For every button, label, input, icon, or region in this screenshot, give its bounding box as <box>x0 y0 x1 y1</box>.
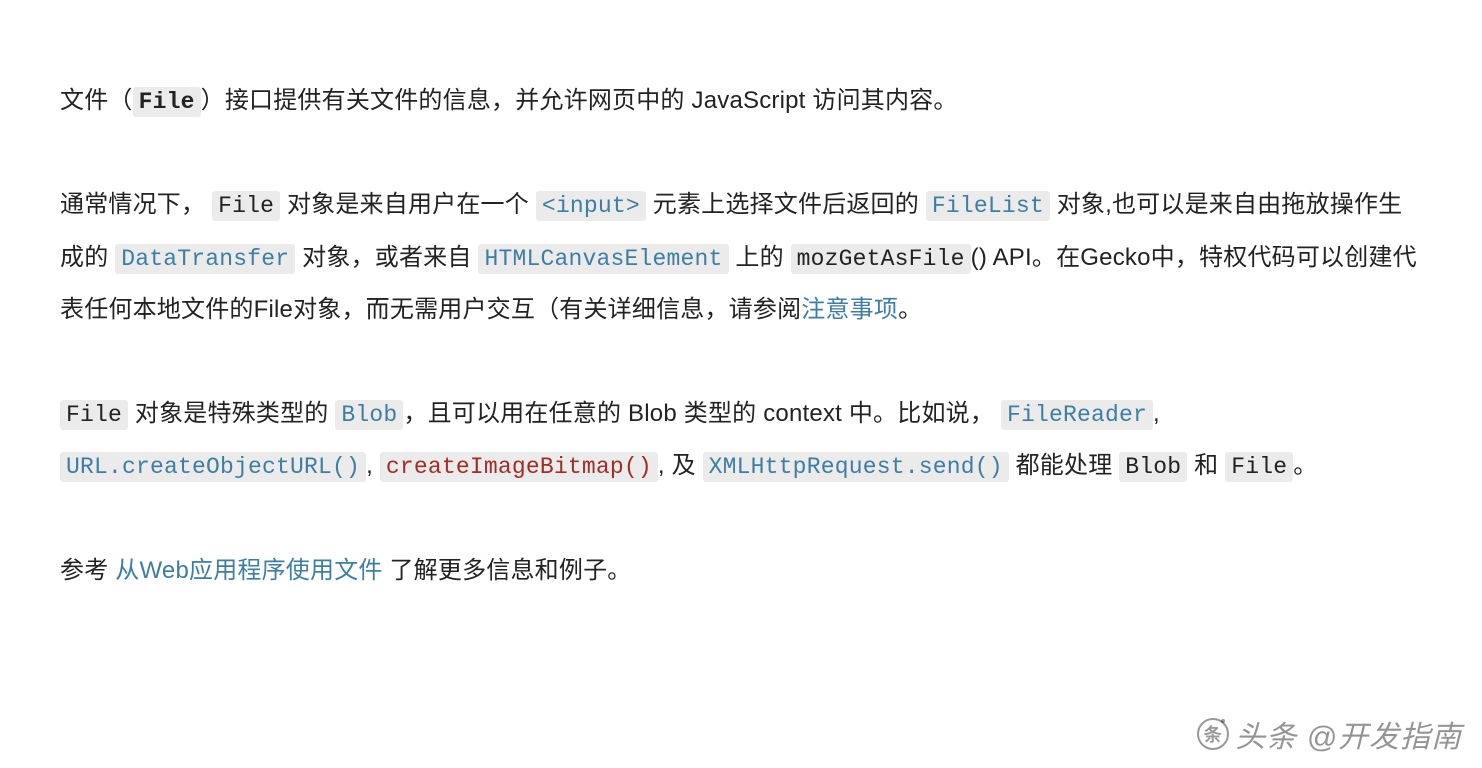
text-span: 。 <box>1293 452 1317 479</box>
code-datatransfer[interactable]: DataTransfer <box>115 244 295 274</box>
watermark-text: 头条 @开发指南 <box>1235 712 1462 756</box>
text-span: 文件（ <box>60 87 133 114</box>
link-using-files-from-webapps[interactable]: 从Web应用程序使用文件 <box>115 557 382 584</box>
code-createimagebitmap[interactable]: createImageBitmap() <box>380 452 658 482</box>
text-span: 元素上选择文件后返回的 <box>646 191 926 218</box>
text-span: 了解更多信息和例子。 <box>383 557 632 584</box>
link-notes[interactable]: 注意事项 <box>801 296 898 323</box>
text-span: 参考 <box>60 557 115 584</box>
code-file: File <box>60 400 128 430</box>
text-span: , <box>1153 400 1160 427</box>
watermark-logo-icon: 条 <box>1197 718 1229 750</box>
text-span: 通常情况下， <box>60 191 212 218</box>
paragraph-2: 通常情况下， File 对象是来自用户在一个 <input> 元素上选择文件后返… <box>60 179 1422 335</box>
code-xhr-send[interactable]: XMLHttpRequest.send() <box>703 452 1009 482</box>
text-span: ）接口提供有关文件的信息，并允许网页中的 JavaScript 访问其内容。 <box>201 87 958 114</box>
text-span: 和 <box>1187 452 1225 479</box>
text-span: 上的 <box>729 244 791 271</box>
paragraph-3: File 对象是特殊类型的 Blob，且可以用在任意的 Blob 类型的 con… <box>60 388 1422 493</box>
text-span: 对象，或者来自 <box>295 244 478 271</box>
code-filereader[interactable]: FileReader <box>1001 400 1153 430</box>
code-blob[interactable]: Blob <box>335 400 403 430</box>
watermark: 条 头条 @开发指南 <box>1197 712 1462 756</box>
text-span: , <box>366 452 380 479</box>
code-mozgetasfile: mozGetAsFile <box>791 244 971 274</box>
text-span: 都能处理 <box>1009 452 1120 479</box>
paragraph-4: 参考 从Web应用程序使用文件 了解更多信息和例子。 <box>60 545 1422 597</box>
text-span: 。 <box>898 296 922 323</box>
text-span: ，且可以用在任意的 Blob 类型的 context 中。比如说， <box>403 400 1001 427</box>
code-file: File <box>133 87 201 117</box>
code-filelist[interactable]: FileList <box>926 191 1050 221</box>
text-span: , 及 <box>658 452 703 479</box>
code-url-createobjecturl[interactable]: URL.createObjectURL() <box>60 452 366 482</box>
text-span: 对象是来自用户在一个 <box>280 191 536 218</box>
code-input-element[interactable]: <input> <box>536 191 646 221</box>
code-blob-plain: Blob <box>1119 452 1187 482</box>
code-file-plain: File <box>1225 452 1293 482</box>
text-span: 对象是特殊类型的 <box>128 400 335 427</box>
code-file: File <box>212 191 280 221</box>
code-htmlcanvaselement[interactable]: HTMLCanvasElement <box>478 244 728 274</box>
paragraph-1: 文件（File）接口提供有关文件的信息，并允许网页中的 JavaScript 访… <box>60 75 1422 127</box>
